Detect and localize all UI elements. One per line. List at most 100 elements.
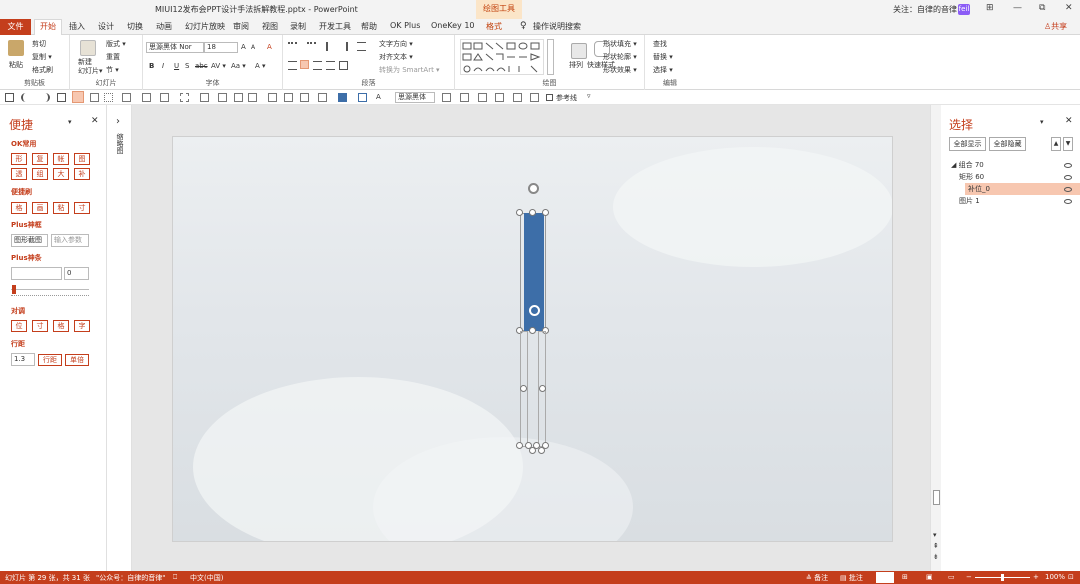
line-spacing-input[interactable]: 1.3 — [11, 353, 35, 366]
font-name-select[interactable]: 思源黑体 Nor — [146, 42, 204, 53]
layer-item-selected[interactable]: 补位_0 — [968, 184, 990, 195]
resize-handle[interactable] — [542, 209, 549, 216]
clear-format-button[interactable]: A — [267, 43, 272, 51]
smartart-button[interactable]: 转换为 SmartArt ▾ — [379, 65, 440, 75]
align-left-icon[interactable] — [288, 61, 297, 70]
align-btn-4[interactable]: 字 — [74, 320, 90, 332]
numbering-icon[interactable] — [307, 42, 316, 51]
paste-button[interactable]: 粘贴 — [9, 60, 23, 70]
format-painter-button[interactable]: 格式刷 — [32, 65, 53, 75]
line-spacing-icon[interactable] — [357, 42, 366, 51]
shape-fill-button[interactable]: 形状填充 ▾ — [603, 39, 637, 49]
align-center-qat-icon[interactable] — [460, 93, 469, 102]
tell-me-search[interactable]: 操作说明搜索 — [533, 21, 581, 32]
justify-icon[interactable] — [326, 61, 335, 70]
tab-design[interactable]: 设计 — [98, 21, 114, 32]
expand-triangle-icon[interactable]: ◢ — [951, 161, 959, 169]
tab-view[interactable]: 视图 — [262, 21, 278, 32]
eye-icon[interactable] — [1064, 163, 1072, 168]
italic-button[interactable]: I — [162, 62, 164, 70]
char-spacing-button[interactable]: AV ▾ — [211, 62, 226, 70]
tab-insert[interactable]: 插入 — [69, 21, 85, 32]
eye-icon[interactable] — [1064, 187, 1072, 192]
scroll-thumb[interactable] — [933, 490, 940, 505]
align-btn-1[interactable]: 位 — [11, 320, 27, 332]
account-avatar[interactable]: feil — [958, 4, 970, 15]
shadow-button[interactable]: S — [185, 62, 189, 70]
replace-button[interactable]: 替换 ▾ — [653, 52, 673, 62]
ok-btn-4[interactable]: 图 — [74, 153, 90, 165]
resize-handle[interactable] — [538, 447, 545, 454]
frame-param-input[interactable]: 输入参数 — [51, 234, 89, 247]
bold-button[interactable]: B — [149, 62, 154, 70]
resize-handle[interactable] — [529, 447, 536, 454]
prev-slide-icon[interactable]: ⇞ — [933, 542, 939, 550]
shapes-gallery-scroll[interactable] — [547, 39, 554, 75]
align-text-button[interactable]: 对齐文本 ▾ — [379, 52, 413, 62]
ok-btn-2[interactable]: 复 — [32, 153, 48, 165]
merge-shapes-icon[interactable] — [180, 93, 189, 102]
outline-color-icon[interactable] — [358, 93, 367, 102]
layer-item-group[interactable]: ◢ 组合 70 — [951, 160, 984, 171]
find-button[interactable]: 查找 — [653, 39, 667, 49]
zoom-level[interactable]: 100% — [1045, 573, 1065, 581]
rotate-handle[interactable] — [528, 183, 539, 194]
align-btn-2[interactable]: 寸 — [32, 320, 48, 332]
align-left-qat-icon[interactable] — [442, 93, 451, 102]
restore-button[interactable]: ⧉ — [1039, 3, 1045, 13]
line-spacing-apply-button[interactable]: 行距 — [38, 354, 62, 366]
underline-button[interactable]: U — [174, 62, 179, 70]
align-right-qat-icon[interactable] — [478, 93, 487, 102]
group-icon[interactable] — [122, 93, 131, 102]
align-middle-qat-icon[interactable] — [513, 93, 522, 102]
tab-review[interactable]: 审阅 — [233, 21, 249, 32]
inner-rotate-handle[interactable] — [529, 305, 540, 316]
fit-slide-icon[interactable]: ⊡ — [1068, 573, 1074, 581]
brush-btn-4[interactable]: 寸 — [74, 202, 90, 214]
align-top-qat-icon[interactable] — [495, 93, 504, 102]
layer-item-rect[interactable]: 矩形 60 — [959, 172, 984, 183]
slideshow-view-icon[interactable]: ▭ — [948, 573, 955, 581]
panel-menu-icon[interactable]: ▾ — [68, 118, 72, 126]
comments-button[interactable]: ▤ 批注 — [840, 573, 863, 583]
font-color-button[interactable]: A ▾ — [255, 62, 266, 70]
format-copy-icon[interactable] — [248, 93, 257, 102]
share-button[interactable]: ♙共享 — [1044, 21, 1067, 32]
ribbon-display-icon[interactable]: ⊞ — [986, 3, 994, 13]
shape-effects-button[interactable]: 形状效果 ▾ — [603, 65, 637, 75]
tab-okplus[interactable]: OK Plus — [390, 21, 420, 30]
tab-onekey[interactable]: OneKey 10 — [431, 21, 475, 30]
gridlines-checkbox[interactable] — [546, 94, 553, 101]
change-case-button[interactable]: Aa ▾ — [231, 62, 246, 70]
increase-indent-icon[interactable] — [339, 42, 348, 51]
bring-forward-pane-icon[interactable]: ▲ — [1051, 137, 1061, 151]
customize-qat-icon[interactable]: ▿ — [587, 92, 591, 100]
align-btn-3[interactable]: 格 — [53, 320, 69, 332]
bar-value-input[interactable]: 0 — [64, 267, 89, 280]
undo-icon[interactable] — [21, 93, 30, 102]
bar-slider-track[interactable] — [11, 289, 89, 290]
normal-view-button[interactable] — [876, 572, 894, 583]
slide-sorter-icon[interactable]: ⊞ — [902, 573, 908, 581]
eye-icon[interactable] — [1064, 199, 1072, 204]
ok-btn-7[interactable]: 大 — [53, 168, 69, 180]
tab-transitions[interactable]: 切换 — [127, 21, 143, 32]
tab-help[interactable]: 帮助 — [361, 21, 377, 32]
shape-outline-button[interactable]: 形状轮廓 ▾ — [603, 52, 637, 62]
tab-slideshow[interactable]: 幻灯片放映 — [185, 21, 225, 32]
paste-special-icon[interactable] — [234, 93, 243, 102]
ok-btn-3[interactable]: 帐 — [53, 153, 69, 165]
font-size-select[interactable]: 18 — [204, 42, 238, 53]
ok-btn-5[interactable]: 透 — [11, 168, 27, 180]
select-button[interactable]: 选择 ▾ — [653, 65, 673, 75]
text-direction-button[interactable]: 文字方向 ▾ — [379, 39, 413, 49]
section-button[interactable]: 节 ▾ — [106, 65, 119, 75]
textbox-icon[interactable] — [318, 93, 327, 102]
zoom-out-icon[interactable]: − — [966, 573, 972, 581]
slide[interactable] — [172, 136, 893, 542]
language-indicator[interactable]: 中文(中国) — [190, 573, 223, 583]
minimize-button[interactable]: — — [1013, 3, 1022, 13]
align-tool-icon[interactable] — [90, 93, 99, 102]
vertical-scrollbar[interactable]: ▾ ⇞ ⇟ — [930, 105, 941, 571]
shrink-font-button[interactable]: A — [251, 44, 255, 51]
